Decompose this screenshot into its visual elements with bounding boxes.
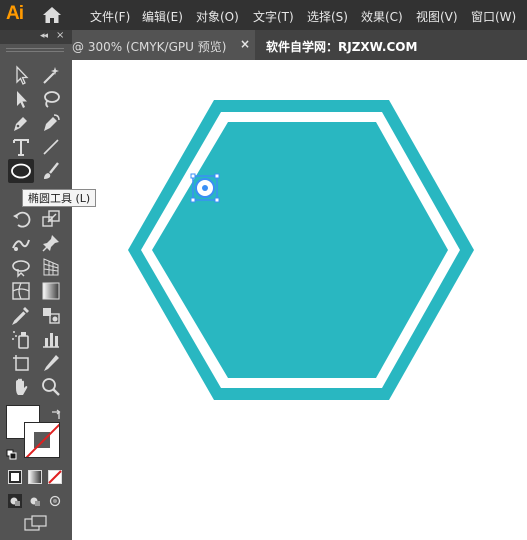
menu-effect[interactable]: 效果(C) xyxy=(361,8,403,25)
draw-inside-icon[interactable] xyxy=(48,493,62,512)
direct-selection-icon[interactable] xyxy=(10,88,32,110)
draw-normal-icon[interactable] xyxy=(8,493,22,512)
tools-panel: ◂◂ × xyxy=(0,30,72,540)
gradient-icon[interactable] xyxy=(40,280,62,302)
ellipse-icon[interactable] xyxy=(8,159,34,183)
puppet-warp-icon[interactable] xyxy=(10,232,32,254)
menu-bar: Ai 文件(F) 编辑(E) 对象(O) 文字(T) 选择(S) 效果(C) 视… xyxy=(0,0,527,30)
eyedropper-icon[interactable] xyxy=(10,304,32,326)
close-panel-icon[interactable]: × xyxy=(56,30,64,41)
app-logo: Ai xyxy=(6,3,24,24)
perspective-grid-icon[interactable] xyxy=(40,256,62,278)
column-graph-icon[interactable] xyxy=(40,328,62,350)
collapse-panel-icon[interactable]: ◂◂ xyxy=(40,31,48,41)
document-tab-bar: @ 300% (CMYK/GPU 预览) × 软件自学网：RJZXW.COM xyxy=(0,30,527,60)
blend-icon[interactable] xyxy=(40,304,62,326)
menu-edit[interactable]: 编辑(E) xyxy=(142,8,183,25)
ellipse-tool-tooltip: 椭圆工具 (L) xyxy=(22,189,97,207)
none-mode-icon[interactable] xyxy=(48,469,62,488)
hand-icon[interactable] xyxy=(10,376,32,398)
menu-select[interactable]: 选择(S) xyxy=(307,8,348,25)
menu-object[interactable]: 对象(O) xyxy=(196,8,239,25)
menu-file[interactable]: 文件(F) xyxy=(90,8,130,25)
mesh-icon[interactable] xyxy=(10,280,32,302)
menu-view[interactable]: 视图(V) xyxy=(416,8,458,25)
stroke-color-swatch[interactable] xyxy=(24,422,60,458)
slice-icon[interactable] xyxy=(40,352,62,374)
panel-grip[interactable] xyxy=(6,48,64,52)
screen-mode-icon[interactable] xyxy=(24,515,48,535)
artboard-canvas[interactable] xyxy=(72,60,527,540)
menu-window[interactable]: 窗口(W) xyxy=(471,8,516,25)
zoom-icon[interactable] xyxy=(40,376,62,398)
gradient-mode-icon[interactable] xyxy=(28,469,42,488)
lasso-icon[interactable] xyxy=(40,88,62,110)
selection-icon[interactable] xyxy=(10,64,32,86)
draw-behind-icon[interactable] xyxy=(28,493,42,512)
type-icon[interactable] xyxy=(10,136,32,158)
pin-icon[interactable] xyxy=(40,232,62,254)
ellipse-cursor-icon xyxy=(190,173,220,203)
rotate-icon[interactable] xyxy=(10,208,32,230)
menu-type[interactable]: 文字(T) xyxy=(253,8,294,25)
artboard-icon[interactable] xyxy=(10,352,32,374)
scale-icon[interactable] xyxy=(40,208,62,230)
default-colors-icon[interactable] xyxy=(6,446,18,465)
close-tab-icon[interactable]: × xyxy=(240,37,250,51)
line-segment-icon[interactable] xyxy=(40,136,62,158)
magic-wand-icon[interactable] xyxy=(40,64,62,86)
color-mode-icon[interactable] xyxy=(8,469,22,488)
curvature-icon[interactable] xyxy=(40,112,62,134)
document-tab-label: @ 300% (CMYK/GPU 预览) xyxy=(72,40,227,54)
document-tab[interactable]: @ 300% (CMYK/GPU 预览) × xyxy=(62,30,255,60)
pen-icon[interactable] xyxy=(10,112,32,134)
home-icon[interactable] xyxy=(42,6,62,24)
symbol-sprayer-icon[interactable] xyxy=(10,328,32,350)
site-tab-label[interactable]: 软件自学网：RJZXW.COM xyxy=(266,38,417,55)
free-transform-icon[interactable] xyxy=(10,256,32,278)
tools-panel-header: ◂◂ × xyxy=(0,30,72,44)
paintbrush-icon[interactable] xyxy=(40,160,62,182)
